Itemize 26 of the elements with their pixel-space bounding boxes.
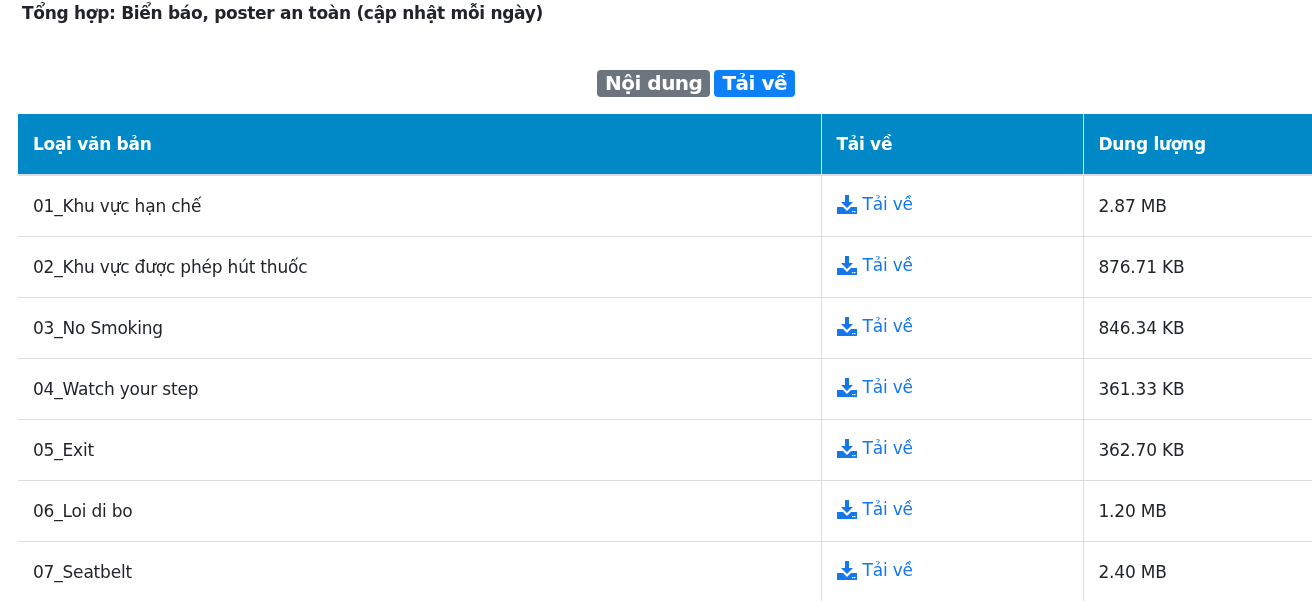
table-cell: 06_Loi di bo xyxy=(18,480,821,542)
download-icon xyxy=(836,499,857,519)
tab[interactable]: Tải về xyxy=(714,70,795,97)
column-header: Dung lượng xyxy=(1083,114,1312,175)
download-link[interactable]: Tải về xyxy=(836,560,913,581)
table-cell: 01_Khu vực hạn chế xyxy=(18,175,821,237)
table-cell: 05_Exit xyxy=(18,419,821,481)
download-icon xyxy=(836,438,857,458)
table-cell: 02_Khu vực được phép hút thuốc xyxy=(18,236,821,298)
download-icon xyxy=(836,316,857,336)
download-link[interactable]: Tải về xyxy=(836,499,913,520)
page-title: Tổng hợp: Biển báo, poster an toàn (cập nhật mỗi ngày) xyxy=(21,1,545,25)
table-cell: 03_No Smoking xyxy=(18,297,821,359)
download-link[interactable]: Tải về xyxy=(836,316,913,337)
column-header: Tải về xyxy=(821,114,1083,175)
download-icon xyxy=(836,560,857,580)
download-link[interactable]: Tải về xyxy=(836,255,913,276)
download-icon xyxy=(836,194,857,214)
tab[interactable]: Nội dung xyxy=(597,70,711,97)
download-link[interactable]: Tải về xyxy=(836,194,913,215)
download-link[interactable]: Tải về xyxy=(836,377,913,398)
column-header: Loại văn bản xyxy=(18,114,821,175)
table-cell: 04_Watch your step xyxy=(18,358,821,420)
download-icon xyxy=(836,255,857,275)
download-link[interactable]: Tải về xyxy=(836,438,913,459)
download-icon xyxy=(836,377,857,397)
